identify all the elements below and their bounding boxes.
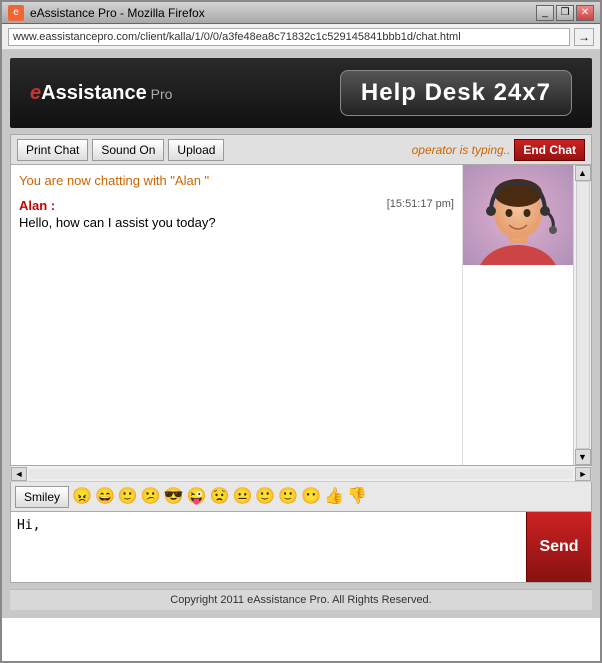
restore-button[interactable]: ❒ — [556, 5, 574, 21]
title-bar: e eAssistance Pro - Mozilla Firefox _ ❒ … — [2, 2, 600, 24]
footer: Copyright 2011 eAssistance Pro. All Righ… — [10, 589, 592, 610]
footer-text: Copyright 2011 eAssistance Pro. All Righ… — [170, 594, 431, 606]
message-header: Alan : [15:51:17 pm] — [19, 198, 454, 213]
emoji-smile3[interactable]: 🙂 — [278, 489, 298, 505]
logo-e: e — [30, 82, 41, 104]
chat-scrollbar[interactable]: ▲ ▼ — [573, 165, 591, 465]
emoji-confused[interactable]: 😕 — [141, 489, 161, 505]
scroll-track[interactable] — [576, 181, 590, 449]
upload-button[interactable]: Upload — [168, 139, 224, 161]
address-bar: → — [2, 24, 600, 50]
main-content: eAssistance Pro Help Desk 24x7 Print Cha… — [2, 50, 600, 618]
agent-photo-placeholder — [463, 165, 573, 265]
minimize-button[interactable]: _ — [536, 5, 554, 21]
message-input[interactable]: Hi, — [11, 512, 526, 582]
emoji-smile2[interactable]: 🙂 — [255, 489, 275, 505]
print-chat-button[interactable]: Print Chat — [17, 139, 88, 161]
sound-on-button[interactable]: Sound On — [92, 139, 164, 161]
chat-toolbar: Print Chat Sound On Upload operator is t… — [10, 134, 592, 164]
emoji-smile[interactable]: 🙂 — [118, 489, 138, 505]
window-controls: _ ❒ ✕ — [536, 5, 594, 21]
emoji-thumbsdown[interactable]: 👎 — [347, 489, 367, 505]
agent-photo — [463, 165, 573, 265]
send-button[interactable]: Send — [526, 512, 591, 582]
close-button[interactable]: ✕ — [576, 5, 594, 21]
typing-status: operator is typing.. — [412, 143, 511, 157]
logo-pro: Pro — [147, 86, 173, 102]
emoji-happy[interactable]: 😄 — [95, 489, 115, 505]
emoji-worried[interactable]: 😟 — [210, 489, 230, 505]
emoji-wink[interactable]: 😜 — [187, 489, 207, 505]
helpdesk-badge: Help Desk 24x7 — [340, 70, 572, 116]
emoji-blank[interactable]: 😶 — [301, 489, 321, 505]
chat-messages: You are now chatting with "Alan " Alan :… — [11, 165, 463, 465]
message-timestamp: [15:51:17 pm] — [387, 198, 454, 213]
emoji-angry[interactable]: 😠 — [72, 489, 92, 505]
input-area: Hi, Send — [10, 512, 592, 583]
horizontal-scrollbar[interactable]: ◄ ► — [10, 466, 592, 482]
logo: eAssistance Pro — [30, 82, 172, 105]
app-icon: e — [8, 5, 24, 21]
emoji-thumbsup[interactable]: 👍 — [324, 489, 344, 505]
message-body: Hello, how can I assist you today? — [19, 215, 454, 230]
header-banner: eAssistance Pro Help Desk 24x7 — [10, 58, 592, 128]
emoji-cool[interactable]: 😎 — [164, 489, 184, 505]
scroll-up-arrow[interactable]: ▲ — [575, 165, 591, 181]
end-chat-button[interactable]: End Chat — [514, 139, 585, 161]
hscroll-right-arrow[interactable]: ► — [575, 467, 591, 481]
chat-intro: You are now chatting with "Alan " — [19, 173, 454, 188]
smiley-button[interactable]: Smiley — [15, 486, 69, 508]
logo-assistance: Assistance — [41, 82, 147, 104]
emoji-neutral[interactable]: 😐 — [232, 489, 252, 505]
smiley-bar: Smiley 😠 😄 🙂 😕 😎 😜 😟 😐 🙂 🙂 😶 👍 👎 — [10, 482, 592, 512]
scroll-down-arrow[interactable]: ▼ — [575, 449, 591, 465]
hscroll-track[interactable] — [29, 469, 573, 479]
message-sender: Alan : — [19, 198, 55, 213]
window-title: eAssistance Pro - Mozilla Firefox — [30, 6, 536, 20]
go-button[interactable]: → — [574, 28, 594, 46]
chat-container: You are now chatting with "Alan " Alan :… — [10, 164, 592, 466]
hscroll-left-arrow[interactable]: ◄ — [11, 467, 27, 481]
url-input[interactable] — [8, 28, 570, 46]
